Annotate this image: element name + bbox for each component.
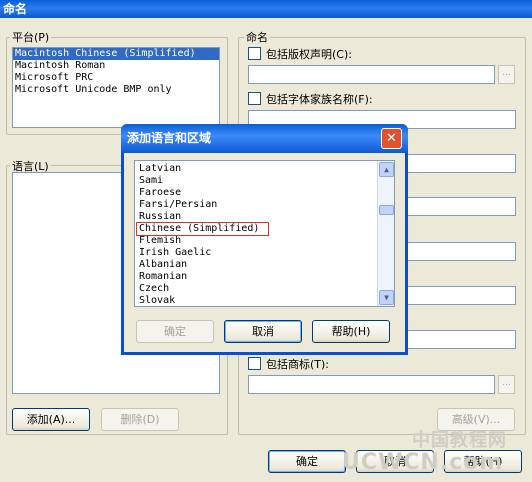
language-region-item[interactable]: Albanian [137,259,394,271]
trademark-label: 包括商标(T): [266,358,330,371]
family-label: 包括字体家族名称(F): [266,93,373,106]
advanced-button[interactable]: 高级(V)... [437,408,515,431]
trademark-checkbox[interactable] [248,357,261,370]
copyright-label: 包括版权声明(C): [266,48,352,61]
language-region-item[interactable]: Irish Gaelic [137,247,394,259]
trademark-browse-button[interactable]: ... [498,375,515,394]
watermark-logo: 中国教程网 UCWCN.com [342,430,507,474]
platform-item[interactable]: Macintosh Roman [13,60,219,72]
language-region-item[interactable]: Flemish [137,235,394,247]
language-region-item[interactable]: Chinese (Simplified) [136,222,269,236]
dialog-ok-button[interactable]: 确定 [136,320,214,343]
language-region-item[interactable]: Farsi/Persian [137,199,394,211]
language-region-item[interactable]: Romanian [137,271,394,283]
scroll-up-icon[interactable]: ▲ [379,162,394,177]
copyright-field[interactable] [248,65,495,84]
dialog-help-button[interactable]: 帮助(H) [312,320,390,343]
add-language-dialog: 添加语言和区域 ✕ Latvian Sami Faroese Farsi/Persia… [121,124,408,355]
window-title: 命名 [0,0,532,18]
language-region-item[interactable]: Russian [137,211,394,223]
language-region-item[interactable]: Latvian [137,163,394,175]
language-region-list[interactable]: Latvian Sami Faroese Farsi/Persian Russian Ch… [134,160,395,307]
scroll-down-icon[interactable]: ▼ [379,290,394,305]
language-region-item[interactable]: Czech [137,283,394,295]
dialog-cancel-button[interactable]: 取消 [224,320,302,343]
delete-language-button[interactable]: 删除(D) [101,408,179,431]
naming-label: 命名 [244,29,270,45]
language-region-item[interactable]: Faroese [137,187,394,199]
name-field-5[interactable] [405,242,516,261]
name-field-4[interactable] [405,197,516,216]
platform-item[interactable]: Microsoft Unicode BMP only [13,84,219,96]
scroll-thumb[interactable] [379,205,394,215]
watermark-line1: 中国教程网 [412,430,507,451]
watermark-line2: UCWCN.com [342,450,504,475]
platform-list[interactable]: Macintosh Chinese (Simplified) Macintosh … [12,47,220,128]
dialog-title: 添加语言和区域 ✕ [121,124,408,153]
language-region-item[interactable]: Slovak [137,295,394,306]
copyright-checkbox[interactable] [248,47,261,60]
copyright-browse-button[interactable]: ... [498,65,515,84]
trademark-field[interactable] [248,375,495,394]
close-icon[interactable]: ✕ [381,128,402,149]
platform-label: 平台(P) [10,29,52,45]
family-checkbox[interactable] [248,92,261,105]
name-field-6[interactable] [405,286,516,305]
ok-button[interactable]: 确定 [268,450,346,473]
add-language-button[interactable]: 添加(A)... [12,408,90,431]
name-field-3[interactable] [405,154,516,173]
dialog-title-text: 添加语言和区域 [127,131,212,145]
platform-item[interactable]: Microsoft PRC [13,72,219,84]
platform-item[interactable]: Macintosh Chinese (Simplified) [13,48,219,60]
scrollbar[interactable]: ▲ ▼ [377,161,394,306]
language-region-item[interactable]: Sami [137,175,394,187]
